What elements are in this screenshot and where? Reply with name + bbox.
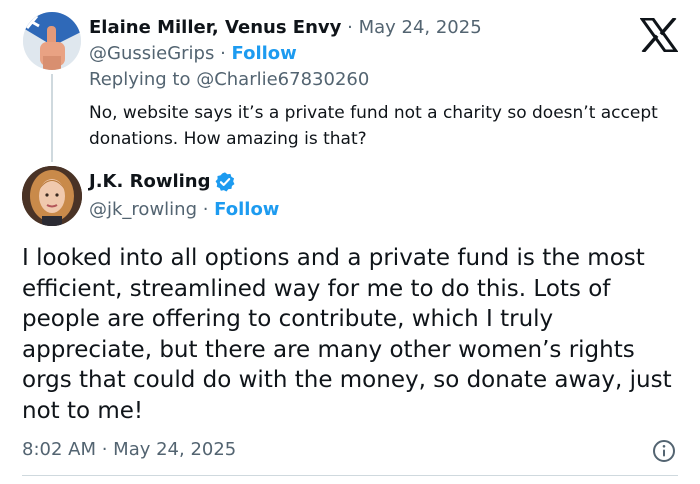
parent-tweet-text: No, website says it’s a private fund not…	[89, 103, 658, 149]
parent-handle-row: @GussieGrips · Follow	[89, 42, 297, 66]
main-handle[interactable]: @jk_rowling	[89, 199, 197, 220]
main-header: J.K. Rowling	[89, 170, 236, 194]
parent-date[interactable]: May 24, 2025	[359, 17, 482, 38]
parent-avatar[interactable]	[23, 12, 81, 70]
main-handle-separator: ·	[197, 199, 215, 220]
tweet-time[interactable]: 8:02 AM	[22, 439, 96, 460]
parent-display-name[interactable]: Elaine Miller, Venus Envy	[89, 17, 341, 38]
tweet-timestamp[interactable]: 8:02 AM · May 24, 2025	[22, 438, 236, 462]
embedded-tweet: Elaine Miller, Venus Envy · May 24, 2025…	[0, 0, 700, 484]
parent-header: Elaine Miller, Venus Envy · May 24, 2025	[89, 16, 482, 40]
bottom-divider	[22, 475, 678, 476]
main-follow-button[interactable]: Follow	[214, 199, 279, 220]
verified-badge-icon	[216, 172, 235, 192]
timestamp-separator: ·	[96, 439, 114, 460]
parent-follow-button[interactable]: Follow	[232, 43, 297, 64]
replying-to: Replying to @Charlie67830260	[89, 68, 369, 92]
x-logo-icon[interactable]	[640, 18, 678, 52]
main-display-name[interactable]: J.K. Rowling	[89, 170, 210, 194]
replying-to-prefix: Replying to	[89, 69, 197, 90]
info-icon[interactable]	[652, 439, 676, 463]
parent-handle[interactable]: @GussieGrips	[89, 43, 214, 64]
tweet-date[interactable]: May 24, 2025	[113, 439, 236, 460]
replying-to-handle[interactable]: @Charlie67830260	[196, 69, 369, 90]
thread-connector	[51, 74, 53, 162]
main-avatar[interactable]	[22, 166, 82, 226]
parent-handle-separator: ·	[214, 43, 232, 64]
main-tweet-text: I looked into all options and a private …	[22, 245, 672, 424]
parent-separator: ·	[341, 17, 359, 38]
main-handle-row: @jk_rowling · Follow	[89, 198, 279, 222]
